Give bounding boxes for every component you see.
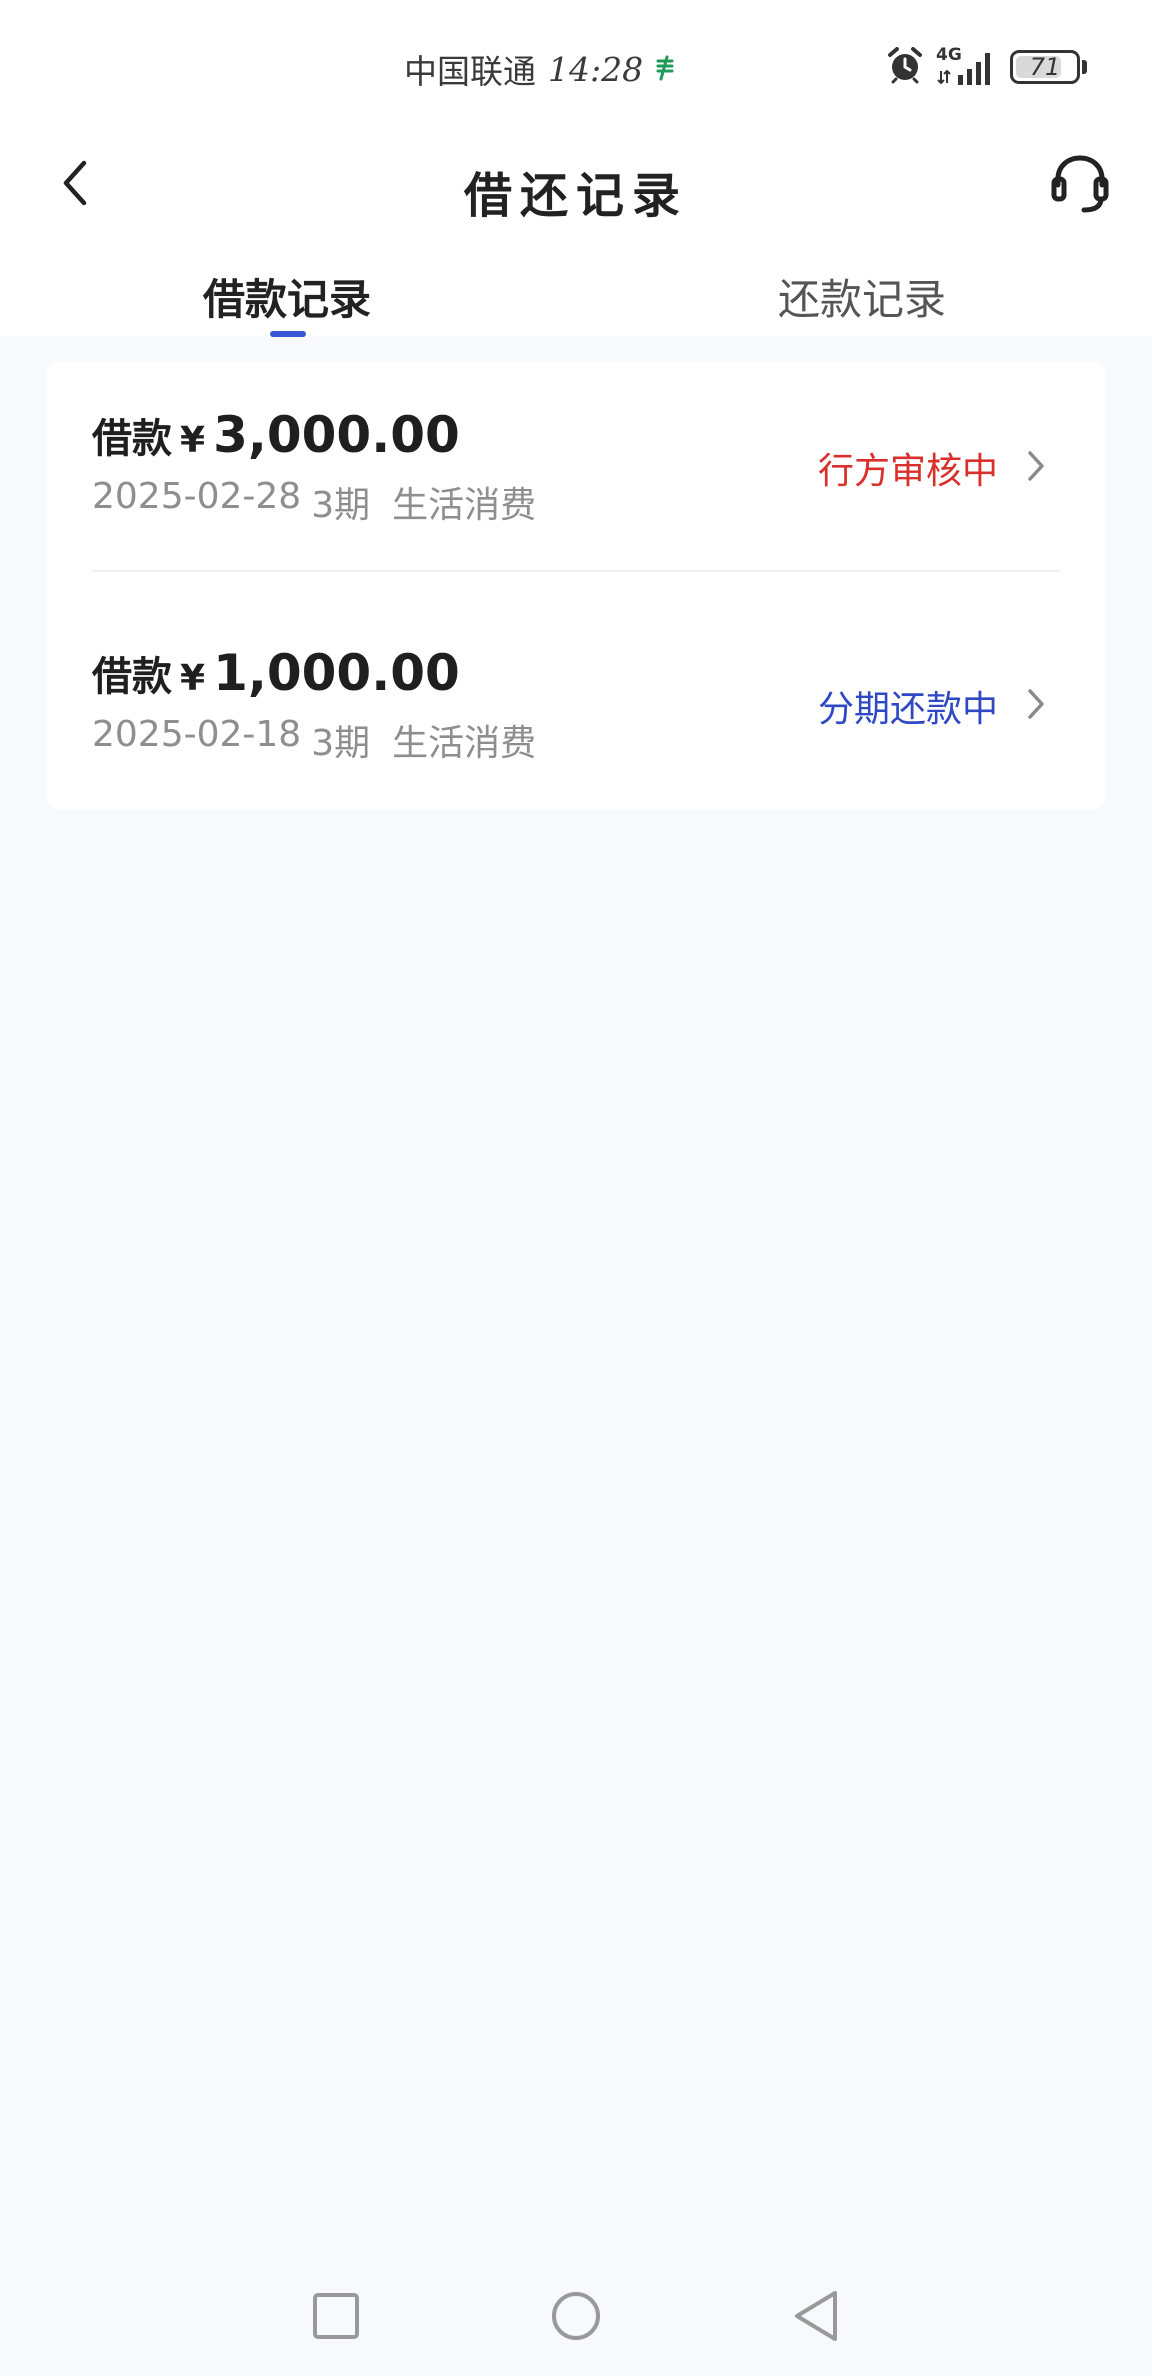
record-item[interactable]: 借款 ¥ 1,000.00 2025-02-18 3期 生活消费 分期还款中 xyxy=(46,572,1106,772)
battery-indicator: 71 xyxy=(1010,50,1080,84)
record-title: 借款 ¥ 1,000.00 xyxy=(92,644,460,702)
nav-bar: 借还记录 xyxy=(0,130,1152,246)
chevron-right-icon xyxy=(1018,446,1054,486)
record-prefix: 借款 xyxy=(92,416,172,462)
circle-icon xyxy=(550,2290,602,2346)
signal-icon: 4G xyxy=(936,45,998,87)
record-amount: 1,000.00 xyxy=(213,644,460,702)
customer-service-button[interactable] xyxy=(1042,148,1118,224)
battery-nub xyxy=(1082,60,1087,74)
record-date: 2025-02-28 xyxy=(92,476,302,517)
record-status: 分期还款中 xyxy=(817,689,998,730)
recents-button[interactable] xyxy=(304,2286,368,2350)
record-purpose: 生活消费 xyxy=(392,723,537,764)
record-amount: 3,000.00 xyxy=(213,406,460,464)
status-center: 中国联通 14:28 xyxy=(404,46,675,92)
system-nav-bar xyxy=(0,2270,1152,2370)
battery-level: 71 xyxy=(1029,53,1061,81)
post-logo-icon xyxy=(655,50,675,89)
record-item[interactable]: 借款 ¥ 3,000.00 2025-02-28 3期 生活消费 行方审核中 xyxy=(46,362,1106,562)
record-tabs: 借款记录 还款记录 xyxy=(0,246,1152,337)
record-title: 借款 ¥ 3,000.00 xyxy=(92,406,460,464)
alarm-icon xyxy=(886,46,924,88)
page-title: 借还记录 xyxy=(463,168,688,224)
tab-repay-records[interactable]: 还款记录 xyxy=(778,266,946,327)
status-icons: 4G 71 xyxy=(886,44,1087,90)
record-meta: 2025-02-18 3期 生活消费 xyxy=(92,714,536,766)
record-term: 3期 xyxy=(311,485,371,526)
home-button[interactable] xyxy=(544,2286,608,2350)
chevron-right-icon xyxy=(1018,684,1054,724)
record-prefix: 借款 xyxy=(92,654,172,700)
records-card: 借款 ¥ 3,000.00 2025-02-28 3期 生活消费 行方审核中 借… xyxy=(46,362,1106,810)
tab-borrow-records[interactable]: 借款记录 xyxy=(203,266,371,327)
record-term: 3期 xyxy=(311,723,371,764)
record-date: 2025-02-18 xyxy=(92,714,302,755)
headset-icon xyxy=(1050,153,1110,219)
record-status: 行方审核中 xyxy=(817,451,998,492)
record-meta: 2025-02-28 3期 生活消费 xyxy=(92,476,536,528)
currency-symbol: ¥ xyxy=(180,658,206,699)
status-bar: 中国联通 14:28 4G 71 xyxy=(0,0,1152,130)
status-time: 14:28 xyxy=(548,49,644,89)
active-tab-indicator xyxy=(270,331,306,337)
currency-symbol: ¥ xyxy=(180,420,206,461)
carrier-label: 中国联通 xyxy=(404,52,536,91)
triangle-back-icon xyxy=(791,2289,841,2347)
back-nav-button[interactable] xyxy=(784,2286,848,2350)
square-icon xyxy=(311,2291,361,2345)
record-purpose: 生活消费 xyxy=(392,485,537,526)
